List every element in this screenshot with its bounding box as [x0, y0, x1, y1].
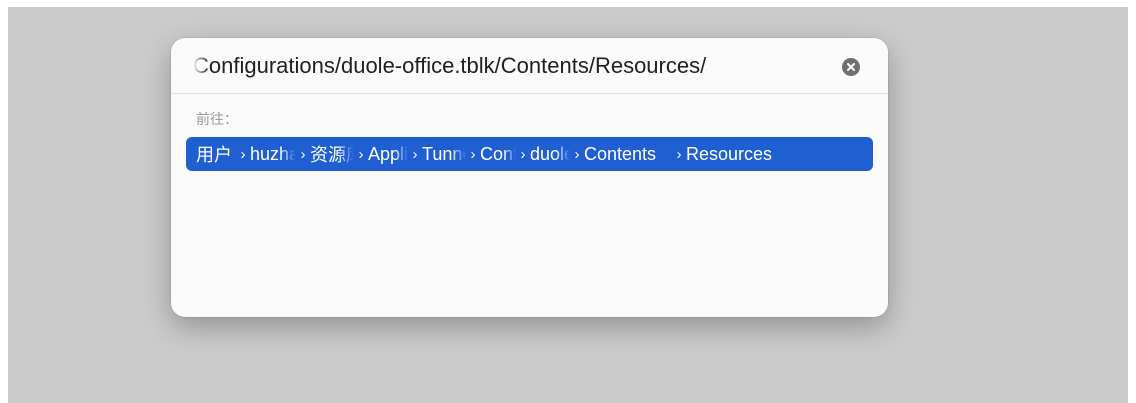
breadcrumb-separator: › [358, 145, 364, 163]
breadcrumb-separator: › [676, 145, 682, 163]
breadcrumb-separator: › [300, 145, 306, 163]
desktop-background: 前往： 用户 › huzhang › 资源库 › Application Sup… [8, 7, 1128, 403]
breadcrumb-duole-office: duole-office.tblk [530, 143, 570, 164]
breadcrumb-application-support: Application Support [368, 143, 408, 164]
breadcrumb-separator: › [470, 145, 476, 163]
breadcrumb-resources: Resources [686, 143, 773, 164]
breadcrumb-library: 资源库 [310, 145, 354, 166]
breadcrumb-separator: › [240, 145, 246, 163]
breadcrumb-tunnelblick: Tunnelblick [422, 143, 466, 164]
breadcrumb-separator: › [574, 145, 580, 163]
breadcrumb-separator: › [520, 145, 526, 163]
breadcrumb-contents: Contents [584, 143, 657, 164]
breadcrumb-home: huzhang [250, 143, 296, 164]
breadcrumb-users: 用户 [196, 145, 232, 166]
breadcrumb-separator: › [412, 145, 418, 163]
path-row [171, 38, 888, 94]
clear-button[interactable] [842, 58, 860, 76]
breadcrumb-configurations: Configurations [480, 143, 516, 164]
path-suggestion-row[interactable]: 用户 › huzhang › 资源库 › Application Support… [186, 137, 873, 171]
x-circle-icon [847, 63, 855, 71]
go-to-folder-dialog: 前往： 用户 › huzhang › 资源库 › Application Sup… [171, 38, 888, 317]
path-input[interactable] [193, 49, 813, 83]
goto-label: 前往： [196, 112, 238, 128]
